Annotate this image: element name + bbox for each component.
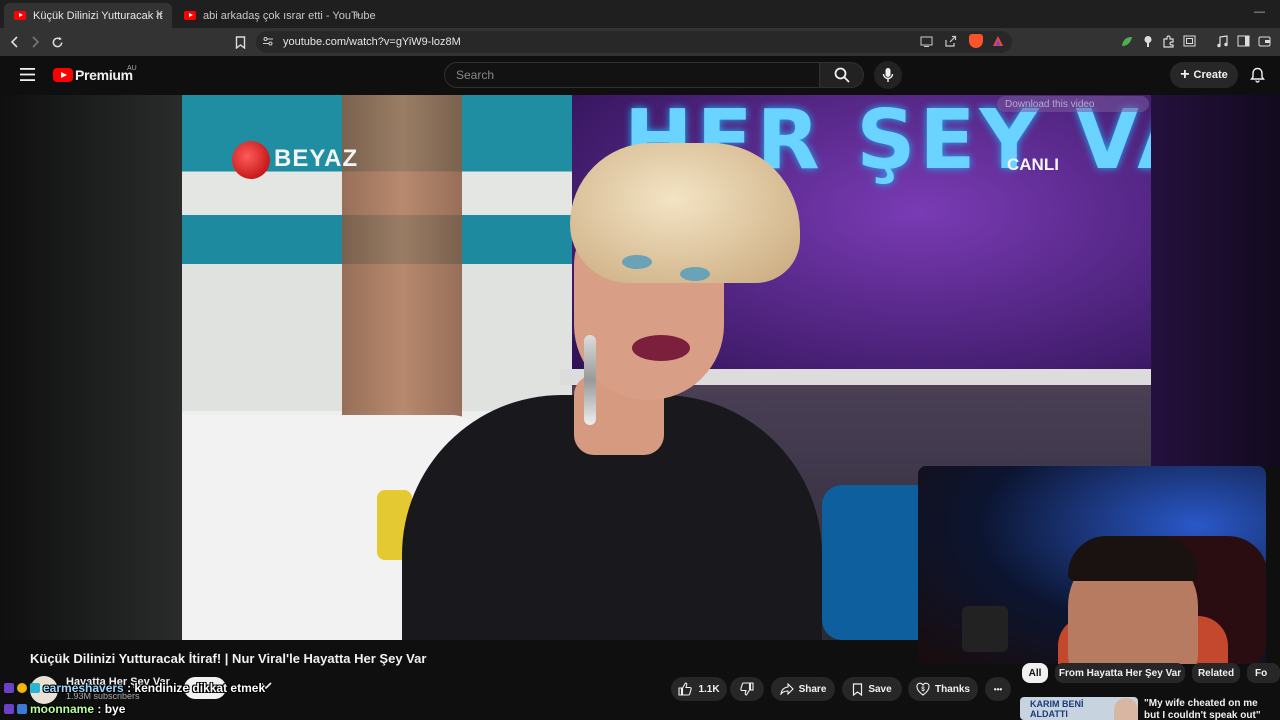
more-actions-button[interactable]: •••: [985, 677, 1011, 701]
dislike-button[interactable]: [730, 677, 764, 701]
thumbnail-face: [1114, 698, 1138, 720]
presenter-eye: [622, 255, 652, 269]
share-arrow-icon: [779, 683, 794, 695]
presenter-hair: [570, 143, 800, 283]
chat-badge-icon: [30, 683, 40, 693]
chat-message: earmeshavers : kendinize dikkat etmek: [4, 681, 265, 695]
chip-from-channel[interactable]: From Hayatta Her Şey Var: [1055, 663, 1185, 683]
minimize-button[interactable]: —: [1254, 6, 1265, 18]
tab-active[interactable]: Küçük Dilinizi Yutturacak İtiraf! | ✕: [4, 3, 172, 28]
chat-text: kendinize dikkat etmek: [134, 681, 266, 695]
premium-wordmark[interactable]: Premium: [75, 67, 133, 83]
live-label: CANLI: [1007, 155, 1059, 174]
microphone-arm: [962, 606, 1008, 652]
menu-hamburger-icon[interactable]: [20, 68, 35, 81]
url-text[interactable]: youtube.com/watch?v=gYiW9-loz8M: [283, 36, 461, 48]
youtube-favicon-icon: [184, 11, 196, 20]
search-placeholder: Search: [456, 68, 495, 82]
chat-message: moonname : bye: [4, 702, 125, 716]
video-ambient-right: [1151, 95, 1280, 467]
extensions-puzzle-icon[interactable]: [1162, 35, 1175, 48]
thumbs-down-icon: [740, 682, 754, 696]
chip-related[interactable]: Related: [1192, 663, 1240, 683]
channel-logo-mark-icon: [232, 141, 270, 179]
cast-icon[interactable]: [920, 36, 933, 47]
extension-leaf-icon[interactable]: [1121, 36, 1133, 47]
video-ambient-left: [0, 95, 182, 640]
save-label: Save: [868, 683, 892, 695]
chip-all[interactable]: All: [1022, 663, 1048, 683]
download-label: Download this video: [1005, 98, 1095, 110]
tab-label: abi arkadaş çok ısrar etti - YouTube: [203, 9, 376, 22]
sidebar-toggle-icon[interactable]: [1237, 35, 1250, 47]
bookmark-icon[interactable]: [231, 33, 249, 51]
like-button[interactable]: 1.1K: [671, 677, 727, 701]
chip-partial[interactable]: Fo: [1247, 663, 1280, 683]
rewards-icon[interactable]: [992, 35, 1004, 47]
presenter-earring: [584, 335, 596, 425]
share-label: Share: [798, 683, 827, 695]
chat-badge-icon: [4, 683, 14, 693]
extension-pin-icon[interactable]: [1143, 35, 1153, 48]
region-label: AU: [127, 65, 137, 72]
back-icon[interactable]: [6, 33, 24, 51]
voice-search-button[interactable]: [874, 61, 902, 89]
create-button[interactable]: + Create: [1170, 62, 1238, 88]
thanks-button[interactable]: $ Thanks: [908, 677, 978, 701]
tab-inactive[interactable]: abi arkadaş çok ısrar etti - YouTube: [174, 3, 376, 28]
studio-wood-panel: [342, 95, 462, 425]
chat-username: moonname: [30, 702, 95, 716]
chat-username: earmeshavers: [43, 681, 124, 695]
like-count: 1.1K: [698, 683, 720, 695]
new-tab-button[interactable]: +: [353, 7, 361, 22]
share-button[interactable]: Share: [771, 677, 835, 701]
tab-label: Küçük Dilinizi Yutturacak İtiraf! |: [33, 9, 163, 22]
thumbs-up-icon: [678, 682, 693, 696]
download-video-button[interactable]: Download this video: [997, 96, 1149, 112]
super-thanks-icon: $: [916, 682, 930, 696]
notifications-bell-icon[interactable]: [1250, 67, 1265, 83]
share-page-icon[interactable]: [944, 35, 957, 48]
search-button[interactable]: [820, 62, 864, 88]
tab-close-icon[interactable]: ✕: [155, 8, 164, 21]
presenter-lips: [632, 335, 690, 361]
chat-separator: :: [94, 702, 105, 716]
create-label: Create: [1193, 69, 1228, 81]
thumbnail-caption: KARIM BENİ ALDATTI: [1030, 699, 1084, 719]
site-settings-icon[interactable]: [262, 35, 274, 47]
chat-text: bye: [104, 702, 126, 716]
forward-icon[interactable]: [26, 33, 44, 51]
screenshot-icon[interactable]: [1183, 35, 1196, 47]
youtube-favicon-icon: [14, 11, 26, 20]
chat-separator: :: [123, 681, 135, 695]
youtube-logo-icon[interactable]: [53, 68, 73, 82]
media-controls-icon[interactable]: [1216, 35, 1229, 48]
chat-badge-icon: [17, 704, 27, 714]
streamer-hair: [1068, 536, 1198, 581]
plus-icon: +: [1180, 66, 1190, 83]
brave-shield-icon[interactable]: [969, 34, 983, 48]
search-input[interactable]: [444, 62, 820, 88]
search-icon: [834, 67, 850, 83]
save-button[interactable]: Save: [842, 677, 902, 701]
save-playlist-icon: [852, 682, 863, 696]
chat-badge-icon: [17, 683, 27, 693]
channel-logo-text: BEYAZ: [274, 145, 359, 172]
wallet-icon[interactable]: [1258, 35, 1271, 47]
streamer-webcam: [918, 466, 1266, 664]
chat-badge-icon: [4, 704, 14, 714]
reload-icon[interactable]: [48, 33, 66, 51]
thanks-label: Thanks: [934, 683, 970, 695]
svg-text:$: $: [921, 687, 925, 693]
video-title: Küçük Dilinizi Yutturacak İtiraf! | Nur …: [30, 651, 427, 666]
recommendation-title[interactable]: "My wife cheated on me but I couldn't sp…: [1144, 698, 1274, 720]
microphone-icon: [882, 67, 894, 83]
presenter-eye: [680, 267, 710, 281]
